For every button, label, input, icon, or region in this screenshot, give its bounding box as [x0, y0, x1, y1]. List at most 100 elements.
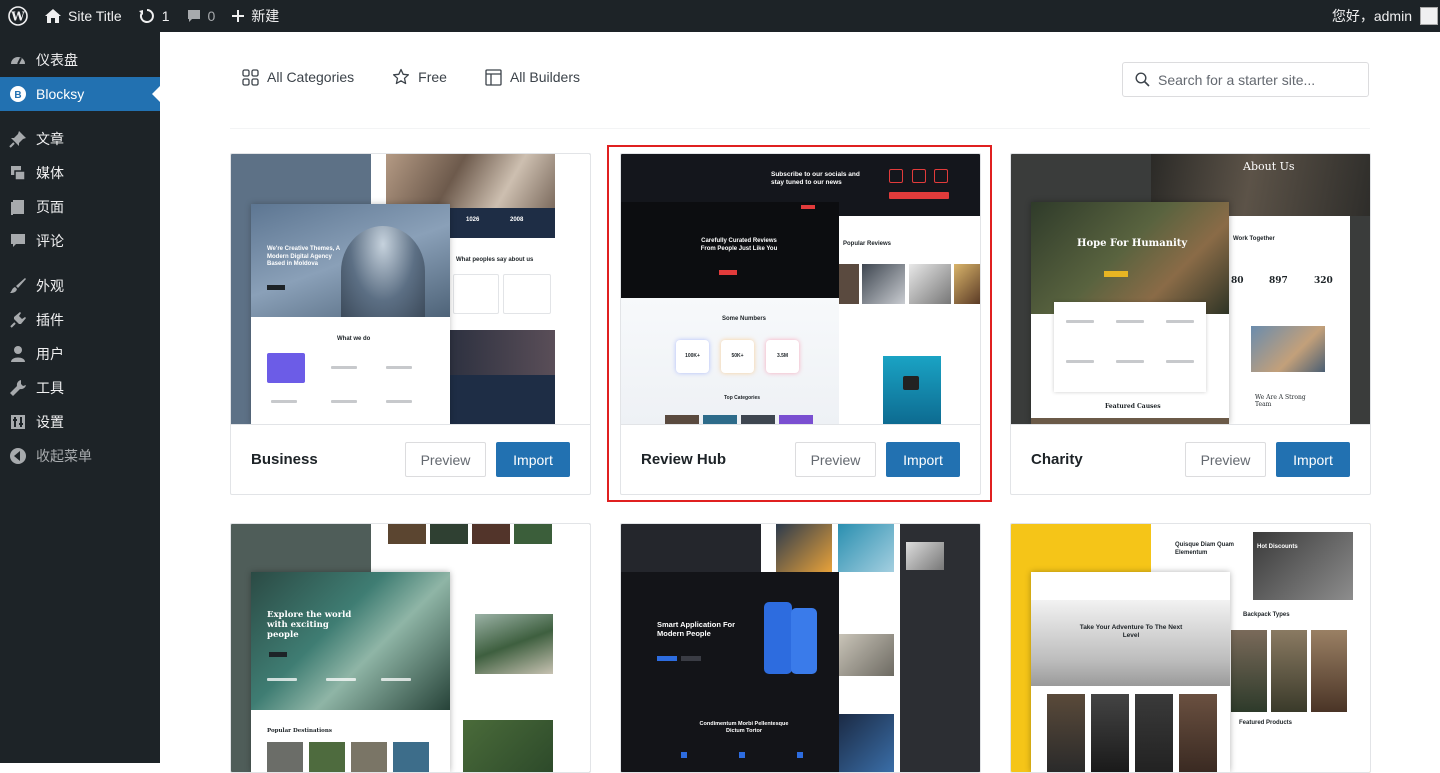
business-hero-heading: We're Creative Themes, A Modern Digital …: [267, 246, 340, 267]
team-heading: We Are A Strong Team: [1255, 394, 1306, 409]
starter-card-app: Smart Application For Modern People Cond…: [620, 523, 981, 773]
starter-card-charity: About Us Work Together 80 897 320 We Are…: [1010, 153, 1371, 495]
sidebar-item-label: 媒体: [36, 165, 64, 181]
sidebar-item-appearance[interactable]: 外观: [0, 269, 160, 303]
sidebar-item-label: 外观: [36, 278, 64, 294]
starter-card-travel: Explore the world with exciting people P…: [230, 523, 591, 773]
svg-text:B: B: [14, 90, 21, 101]
filter-label: All Builders: [509, 69, 580, 85]
sidebar-item-label: 文章: [36, 131, 64, 147]
filter-bar: All Categories Free All Builders: [242, 68, 580, 86]
user-icon: [9, 345, 27, 363]
pin-icon: [9, 130, 27, 148]
updates-icon: [138, 9, 154, 23]
starter-card-adventure: Quisque Diam Quam Elementum Hot Discount…: [1010, 523, 1371, 773]
search-input[interactable]: [1158, 71, 1348, 88]
work-heading: Work Together: [1233, 236, 1275, 242]
sidebar-item-media[interactable]: 媒体: [0, 156, 160, 190]
sidebar-collapse-menu[interactable]: 收起菜单: [0, 439, 160, 473]
sidebar-item-pages[interactable]: 页面: [0, 190, 160, 224]
charity-hero-heading: Hope For Humanity: [1077, 238, 1188, 249]
sidebar-item-label: 用户: [36, 346, 64, 362]
brush-icon: [9, 277, 27, 295]
new-label: 新建: [251, 8, 280, 24]
popular-heading: Popular Destinations: [267, 728, 332, 734]
stat-value: 897: [1269, 276, 1288, 286]
sidebar-item-plugins[interactable]: 插件: [0, 303, 160, 337]
testimonial-heading: What peoples say about us: [456, 257, 534, 263]
sidebar-item-label: Blocksy: [36, 86, 85, 102]
filter-all-builders[interactable]: All Builders: [485, 68, 580, 86]
sidebar-item-label: 仪表盘: [36, 52, 78, 68]
updates-link[interactable]: 1: [130, 0, 178, 32]
sidebar-item-label: 页面: [36, 199, 64, 215]
card-thumbnail[interactable]: Explore the world with exciting people P…: [231, 524, 590, 772]
sidebar-item-settings[interactable]: 设置: [0, 405, 160, 439]
greeting: 您好，admin: [1331, 8, 1412, 24]
preview-button[interactable]: Preview: [405, 442, 486, 477]
sidebar-item-label: 工具: [36, 380, 64, 396]
home-icon: [45, 9, 61, 23]
travel-hero-heading: Explore the world with exciting people: [267, 610, 352, 641]
site-title: Site Title: [68, 8, 122, 24]
comments-link[interactable]: 0: [178, 0, 224, 32]
hot-heading: Hot Discounts: [1257, 544, 1298, 550]
admin-bar: W Site Title 1 0 新建 您好，admin: [0, 0, 1440, 32]
svg-text:W: W: [10, 10, 25, 24]
comment-icon: [9, 232, 27, 250]
card-footer: Charity Preview Import: [1011, 424, 1370, 494]
stat-value: 320: [1314, 276, 1333, 286]
featured-heading: Featured Causes: [1105, 403, 1161, 410]
sidebar-item-blocksy[interactable]: B Blocksy: [0, 77, 160, 111]
backpacks-heading: Backpack Types: [1243, 612, 1290, 618]
plugin-icon: [9, 311, 27, 329]
quote-heading: Quisque Diam Quam Elementum: [1175, 542, 1235, 556]
wordpress-logo-icon[interactable]: W: [0, 0, 36, 32]
site-title-link[interactable]: Site Title: [36, 0, 130, 32]
featured-heading: Featured Products: [1239, 720, 1293, 726]
adventure-hero-heading: Take Your Adventure To The Next Level: [1079, 624, 1183, 640]
new-content-link[interactable]: 新建: [223, 0, 287, 32]
filter-label: All Categories: [267, 69, 355, 85]
card-footer: Business Preview Import: [231, 424, 590, 494]
grid-icon: [242, 68, 259, 86]
avatar: [1420, 7, 1438, 25]
stat-value: 2008: [510, 217, 524, 223]
search-icon: [1135, 72, 1150, 87]
preview-button[interactable]: Preview: [1185, 442, 1266, 477]
sidebar-item-comments[interactable]: 评论: [0, 224, 160, 258]
what-we-do-heading: What we do: [337, 336, 371, 342]
card-thumbnail[interactable]: About Us Work Together 80 897 320 We Are…: [1011, 154, 1370, 424]
import-button[interactable]: Import: [1276, 442, 1350, 477]
sidebar-item-label: 设置: [36, 414, 64, 430]
comments-count: 0: [207, 8, 216, 24]
app-hero-heading: Smart Application For Modern People: [657, 620, 736, 639]
about-heading: About Us: [1243, 160, 1295, 173]
selection-highlight: [607, 145, 992, 502]
card-thumbnail[interactable]: Quisque Diam Quam Elementum Hot Discount…: [1011, 524, 1370, 772]
layout-icon: [485, 68, 502, 86]
import-button[interactable]: Import: [496, 442, 570, 477]
card-thumbnail[interactable]: Smart Application For Modern People Cond…: [621, 524, 980, 772]
collapse-icon: [9, 447, 27, 465]
wrench-icon: [9, 379, 27, 397]
stat-value: 1026: [466, 217, 480, 223]
filter-free[interactable]: Free: [392, 68, 447, 86]
stat-value: 80: [1231, 276, 1244, 286]
sidebar-item-posts[interactable]: 文章: [0, 122, 160, 156]
updates-count: 1: [161, 8, 170, 24]
filter-all-categories[interactable]: All Categories: [242, 68, 355, 86]
sidebar-item-users[interactable]: 用户: [0, 337, 160, 371]
sidebar-item-dashboard[interactable]: 仪表盘: [0, 43, 160, 77]
admin-sidebar: 仪表盘 B Blocksy 文章 媒体 页面 评论 外观 插件 用户 工具 设置: [0, 32, 160, 763]
sidebar-item-label: 收起菜单: [36, 448, 92, 464]
plus-icon: [232, 10, 245, 22]
sidebar-item-label: 插件: [36, 312, 64, 328]
account-menu[interactable]: 您好，admin: [1324, 0, 1440, 32]
app-sub-heading: Condimentum Morbi Pellentesque Dictum To…: [699, 721, 789, 734]
card-thumbnail[interactable]: 1026 2008 What peoples say about us We'r…: [231, 154, 590, 424]
search-box[interactable]: [1122, 62, 1369, 97]
media-icon: [9, 164, 27, 182]
sidebar-item-tools[interactable]: 工具: [0, 371, 160, 405]
sidebar-item-label: 评论: [36, 233, 64, 249]
